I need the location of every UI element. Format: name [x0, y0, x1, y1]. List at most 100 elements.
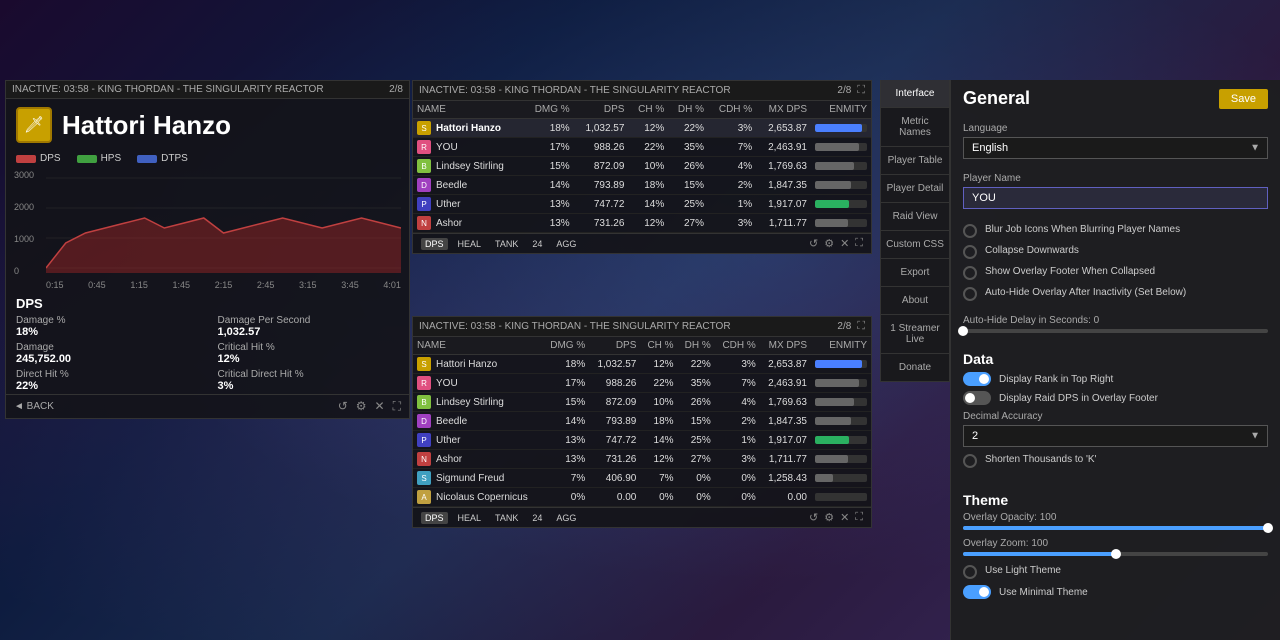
table-row[interactable]: RYOU17%988.2622%35%7%2,463.91: [413, 374, 871, 393]
toggle-minimal-theme-input[interactable]: [963, 585, 991, 599]
checkbox-collapse-input[interactable]: [963, 245, 977, 259]
table-row[interactable]: NAshor13%731.2612%27%3%1,711.77: [413, 214, 871, 233]
back-button[interactable]: ◄ BACK: [14, 401, 54, 412]
settings-icon[interactable]: ✕: [375, 399, 385, 414]
overlay-top-footer-icons: ↺ ⚙ ✕ ⛶: [809, 237, 863, 250]
sidebar-tab-custom-css[interactable]: Custom CSS: [881, 231, 949, 259]
tab-24-bottom[interactable]: 24: [528, 512, 546, 524]
sidebar-tab-about[interactable]: About: [881, 287, 949, 315]
cell-dps: 747.72: [589, 431, 640, 450]
tab-tank-bottom[interactable]: TANK: [491, 512, 522, 524]
checkbox-collapse: Collapse Downwards: [963, 244, 1268, 259]
tab-heal-bottom[interactable]: HEAL: [454, 512, 486, 524]
checkbox-collapse-label: Collapse Downwards: [985, 244, 1079, 257]
table-row[interactable]: BLindsey Stirling15%872.0910%26%4%1,769.…: [413, 157, 871, 176]
cell-name: RYOU: [413, 374, 542, 393]
cell-name: DBeedle: [413, 412, 542, 431]
reset-icon[interactable]: ↺: [338, 399, 348, 414]
checkbox-shorten-input[interactable]: [963, 454, 977, 468]
table-row[interactable]: ANicolaus Copernicus0%0.000%0%0%0.00: [413, 488, 871, 507]
cell-mxdps: 1,917.07: [756, 195, 811, 214]
legend-dtps-label: DTPS: [161, 153, 188, 164]
tab-agg-top[interactable]: AGG: [552, 238, 580, 250]
reset-icon-top[interactable]: ↺: [809, 237, 818, 250]
table-row[interactable]: SSigmund Freud7%406.907%0%0%1,258.43: [413, 469, 871, 488]
table-row[interactable]: DBeedle14%793.8918%15%2%1,847.35: [413, 412, 871, 431]
legend-dps-label: DPS: [40, 153, 61, 164]
sidebar-tab-streamer[interactable]: 1 Streamer Live: [881, 315, 949, 354]
close-icon-top[interactable]: ✕: [840, 237, 849, 250]
table-row[interactable]: SHattori Hanzo18%1,032.5712%22%3%2,653.8…: [413, 119, 871, 138]
cell-dps: 0.00: [589, 488, 640, 507]
decimal-accuracy-label: Decimal Accuracy: [963, 411, 1268, 422]
lock-icon[interactable]: ⚙: [356, 399, 367, 414]
overlay-zoom-track[interactable]: [963, 552, 1268, 556]
lock-icon-top[interactable]: ⚙: [824, 237, 834, 250]
player-name-input[interactable]: [963, 187, 1268, 209]
tab-heal-top[interactable]: HEAL: [454, 238, 486, 250]
close-icon-bottom[interactable]: ✕: [840, 511, 849, 524]
decimal-accuracy-select[interactable]: 2: [963, 425, 1268, 447]
cell-cdh: 2%: [715, 412, 760, 431]
table-row[interactable]: SHattori Hanzo18%1,032.5712%22%3%2,653.8…: [413, 355, 871, 374]
overlay-zoom-fill: [963, 552, 1116, 556]
sidebar-tab-player-table[interactable]: Player Table: [881, 147, 949, 175]
table-row[interactable]: PUther13%747.7214%25%1%1,917.07: [413, 431, 871, 450]
sidebar-tab-interface[interactable]: Interface: [881, 80, 949, 108]
overlay-zoom-thumb[interactable]: [1111, 549, 1121, 559]
checkbox-blur-icons-input[interactable]: [963, 224, 977, 238]
cell-mxdps: 1,917.07: [760, 431, 811, 450]
expand-icon-bottom[interactable]: ⛶: [855, 511, 863, 524]
stat-damage-value: 245,752.00: [16, 353, 198, 365]
overlay-bottom-expand-icon[interactable]: ⛶: [857, 320, 865, 333]
y-label-1000: 1000: [14, 234, 46, 244]
tab-tank-top[interactable]: TANK: [491, 238, 522, 250]
autohide-slider-track[interactable]: [963, 329, 1268, 333]
chart-svg: [46, 168, 401, 278]
expand-icon-top[interactable]: ⛶: [855, 237, 863, 250]
toggle-rank-input[interactable]: [963, 372, 991, 386]
tab-agg-bottom[interactable]: AGG: [552, 512, 580, 524]
overlay-bottom-pages: 2/8: [837, 321, 851, 332]
checkbox-footer-input[interactable]: [963, 266, 977, 280]
checkbox-autohide-input[interactable]: [963, 287, 977, 301]
table-row[interactable]: PUther13%747.7214%25%1%1,917.07: [413, 195, 871, 214]
expand-icon[interactable]: ⛶: [393, 399, 401, 414]
table-row[interactable]: RYOU17%988.2622%35%7%2,463.91: [413, 138, 871, 157]
table-row[interactable]: BLindsey Stirling15%872.0910%26%4%1,769.…: [413, 393, 871, 412]
table-row[interactable]: NAshor13%731.2612%27%3%1,711.77: [413, 450, 871, 469]
toggle-minimal-theme-knob: [979, 587, 989, 597]
settings-header: General Save: [951, 80, 1280, 113]
checkbox-light-theme-input[interactable]: [963, 565, 977, 579]
cell-ch: 18%: [628, 176, 668, 195]
reset-icon-bottom[interactable]: ↺: [809, 511, 818, 524]
save-button[interactable]: Save: [1219, 89, 1268, 109]
sidebar-tab-donate[interactable]: Donate: [881, 354, 949, 382]
sidebar-tab-player-detail[interactable]: Player Detail: [881, 175, 949, 203]
cell-dps: 406.90: [589, 469, 640, 488]
toggle-raid-dps-input[interactable]: [963, 391, 991, 405]
sidebar-tab-raid-view[interactable]: Raid View: [881, 203, 949, 231]
sidebar-tab-export[interactable]: Export: [881, 259, 949, 287]
overlay-opacity-thumb[interactable]: [1263, 523, 1273, 533]
overlay-top-header: INACTIVE: 03:58 - KING THORDAN - THE SIN…: [413, 81, 871, 101]
checkbox-footer-label: Show Overlay Footer When Collapsed: [985, 265, 1155, 278]
data-section-title: Data: [963, 351, 1268, 367]
left-panel-header: INACTIVE: 03:58 - KING THORDAN - THE SIN…: [6, 81, 409, 99]
language-select[interactable]: English: [963, 137, 1268, 159]
tab-dps-bottom[interactable]: DPS: [421, 512, 448, 524]
tab-dps-top[interactable]: DPS: [421, 238, 448, 250]
lock-icon-bottom[interactable]: ⚙: [824, 511, 834, 524]
table-row[interactable]: DBeedle14%793.8918%15%2%1,847.35: [413, 176, 871, 195]
cell-name: BLindsey Stirling: [413, 157, 524, 176]
cell-dh: 26%: [678, 393, 715, 412]
tab-24-top[interactable]: 24: [528, 238, 546, 250]
cell-ch: 18%: [640, 412, 677, 431]
cell-ch: 14%: [640, 431, 677, 450]
overlay-opacity-track[interactable]: [963, 526, 1268, 530]
autohide-slider-thumb[interactable]: [958, 326, 968, 336]
cell-dps: 731.26: [574, 214, 629, 233]
overlay-top-expand-icon[interactable]: ⛶: [857, 84, 865, 97]
sidebar-tab-metric-names[interactable]: Metric Names: [881, 108, 949, 147]
settings-player-name-section: Player Name: [951, 163, 1280, 213]
